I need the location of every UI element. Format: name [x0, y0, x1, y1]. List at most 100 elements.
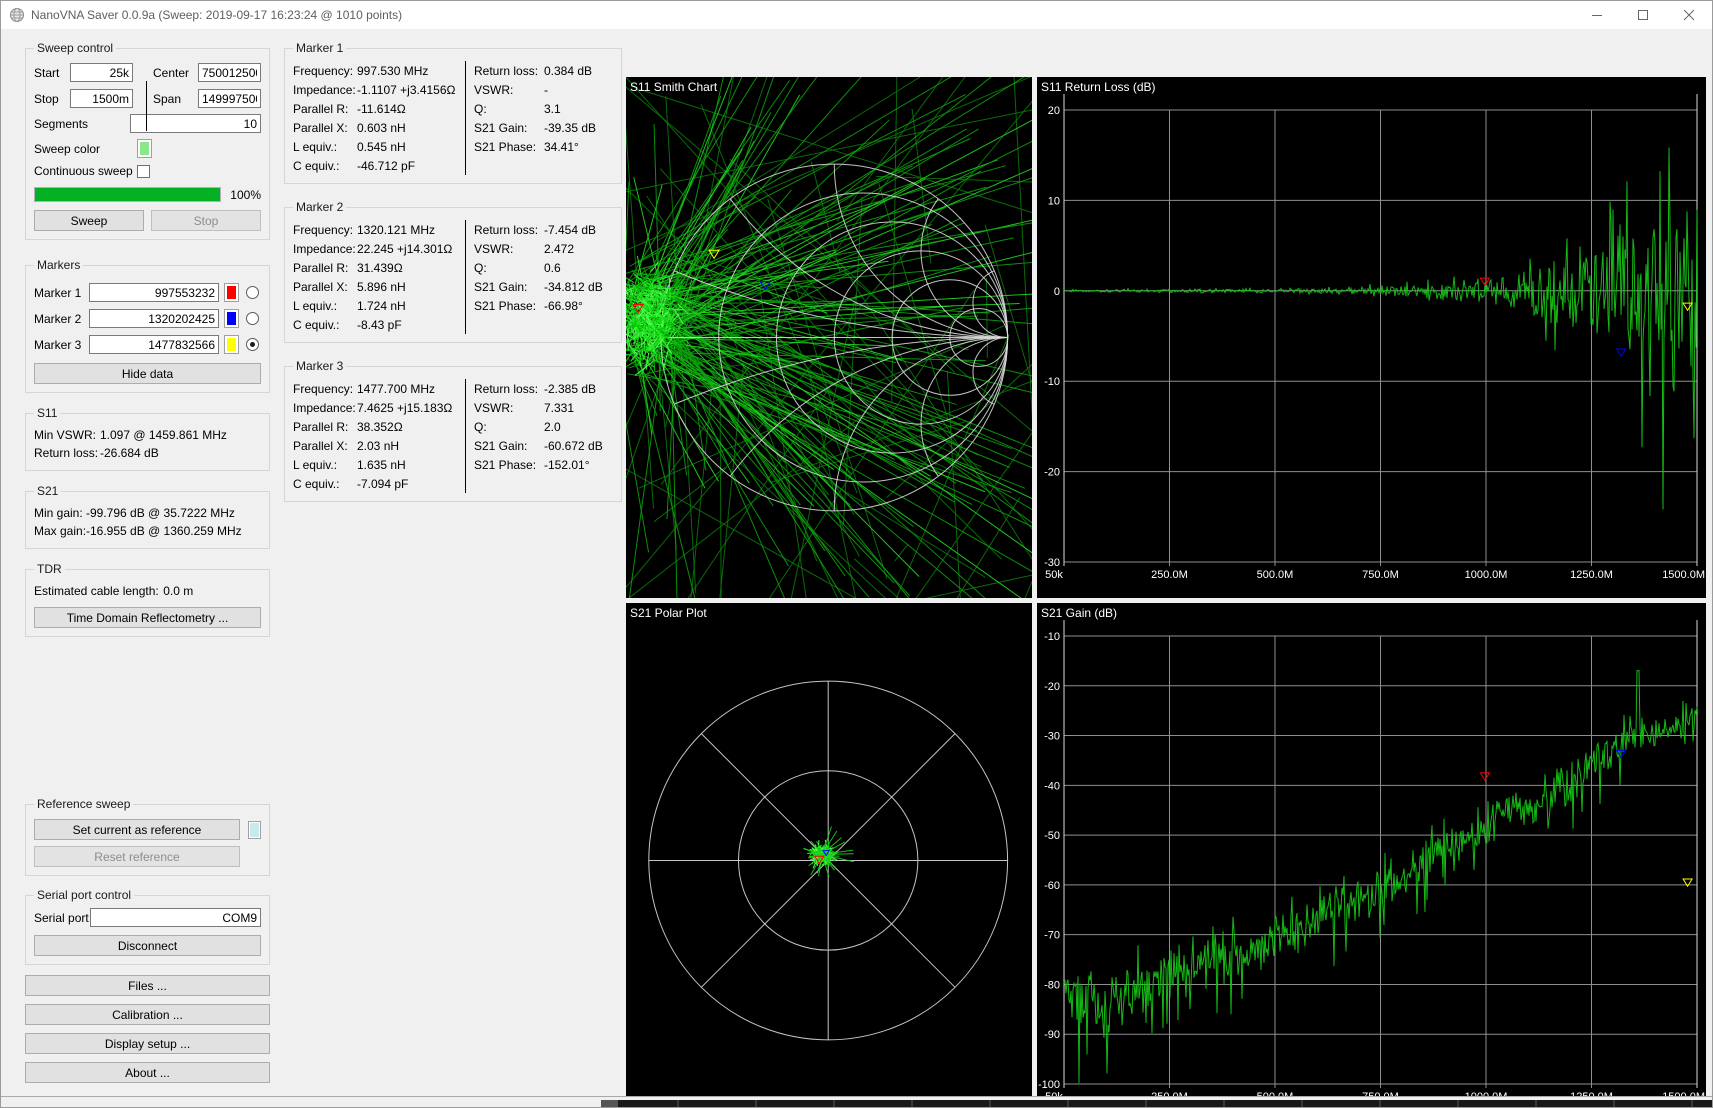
svg-text:-50: -50: [1044, 830, 1060, 842]
info-label: Parallel X:: [293, 121, 357, 135]
serial-port-input[interactable]: [90, 908, 261, 927]
s21-legend: S21: [34, 484, 61, 498]
info-label: Max gain:: [34, 524, 86, 538]
info-value: 38.352Ω: [357, 420, 461, 434]
marker-1-select-radio[interactable]: [246, 286, 259, 299]
info-row: Impedance:7.4625 +j15.183Ω: [293, 398, 461, 417]
s11-return-loss-chart[interactable]: S11 Return Loss (dB) 20100-10-20-3050k25…: [1037, 77, 1706, 598]
info-row: Parallel X:0.603 nH: [293, 118, 461, 137]
info-row: Frequency:997.530 MHz: [293, 61, 461, 80]
svg-text:50k: 50k: [1045, 569, 1063, 581]
svg-text:500.0M: 500.0M: [1257, 569, 1294, 581]
cable-length-label: Estimated cable length:: [34, 584, 159, 598]
start-input[interactable]: [70, 63, 133, 82]
marker-1-color-swatch[interactable]: [224, 283, 239, 302]
info-label: Return loss:: [474, 223, 544, 237]
stop-button[interactable]: Stop: [151, 210, 261, 231]
marker-2-color-swatch[interactable]: [224, 309, 239, 328]
taskbar-segment[interactable]: [601, 1100, 618, 1107]
marker-3-select-radio[interactable]: [246, 338, 259, 351]
info-value: 1477.700 MHz: [357, 382, 461, 396]
minimize-button[interactable]: [1574, 1, 1620, 29]
sweep-control-legend: Sweep control: [34, 41, 116, 55]
serial-port-group: Serial port control Serial port Disconne…: [25, 888, 270, 965]
reference-sweep-group: Reference sweep Set current as reference…: [25, 797, 270, 876]
marker-1-panel: Marker 1 Frequency:997.530 MHzImpedance:…: [284, 41, 622, 184]
svg-text:1250.0M: 1250.0M: [1570, 569, 1613, 581]
span-label: Span: [153, 92, 195, 106]
marker-3-color-swatch[interactable]: [224, 335, 239, 354]
svg-text:250.0M: 250.0M: [1151, 569, 1188, 581]
info-row: Parallel R:38.352Ω: [293, 417, 461, 436]
sweep-color-swatch[interactable]: [137, 139, 152, 158]
marker-2-panel: Marker 2 Frequency:1320.121 MHzImpedance…: [284, 200, 622, 343]
close-button[interactable]: [1666, 1, 1712, 29]
info-value: -8.43 pF: [357, 318, 461, 332]
chart-marker-triangle: [1480, 773, 1489, 780]
set-reference-button[interactable]: Set current as reference: [34, 819, 240, 840]
reference-color-swatch[interactable]: [248, 821, 261, 839]
hide-data-button[interactable]: Hide data: [34, 363, 261, 384]
info-label: Min VSWR:: [34, 428, 100, 442]
marker-label: Marker 1: [34, 286, 84, 300]
tdr-legend: TDR: [34, 562, 65, 576]
info-row: Parallel R:31.439Ω: [293, 258, 461, 277]
info-row: Impedance:22.245 +j14.301Ω: [293, 239, 461, 258]
marker-row: Marker 2: [34, 309, 261, 328]
stop-input[interactable]: [70, 89, 133, 108]
info-value: -11.614Ω: [357, 102, 461, 116]
center-input[interactable]: [198, 63, 261, 82]
marker-3-frequency-input[interactable]: [89, 335, 219, 354]
calibration-button[interactable]: Calibration ...: [25, 1004, 270, 1025]
span-input[interactable]: [198, 89, 261, 108]
info-value: 1320.121 MHz: [357, 223, 461, 237]
info-label: Frequency:: [293, 382, 357, 396]
info-value: 2.0: [544, 420, 613, 434]
tdr-button[interactable]: Time Domain Reflectometry ...: [34, 607, 261, 628]
about-button[interactable]: About ...: [25, 1062, 270, 1083]
info-label: C equiv.:: [293, 159, 357, 173]
displaysetup-button[interactable]: Display setup ...: [25, 1033, 270, 1054]
cable-length-value: 0.0 m: [163, 584, 193, 598]
info-row: S21 Phase:34.41°: [474, 137, 613, 156]
info-value: -39.35 dB: [544, 121, 613, 135]
marker-2-select-radio[interactable]: [246, 312, 259, 325]
info-value: -7.094 pF: [357, 477, 461, 491]
info-value: 997.530 MHz: [357, 64, 461, 78]
segments-input[interactable]: [130, 114, 261, 133]
marker-1-frequency-input[interactable]: [89, 283, 219, 302]
info-row: Parallel X:5.896 nH: [293, 277, 461, 296]
info-row: Frequency:1477.700 MHz: [293, 379, 461, 398]
app-icon: [9, 7, 25, 23]
info-label: Parallel R:: [293, 420, 357, 434]
info-label: Parallel R:: [293, 261, 357, 275]
info-label: Impedance:: [293, 83, 357, 97]
continuous-sweep-checkbox[interactable]: [137, 165, 150, 178]
sweep-button[interactable]: Sweep: [34, 210, 144, 231]
client-area: Sweep control Start Center Stop Span Seg…: [1, 29, 1712, 1107]
info-row: Q:2.0: [474, 417, 613, 436]
svg-text:0: 0: [1054, 286, 1060, 298]
info-value: -66.98°: [544, 299, 613, 313]
disconnect-button[interactable]: Disconnect: [34, 935, 261, 956]
files-button[interactable]: Files ...: [25, 975, 270, 996]
marker-2-frequency-input[interactable]: [89, 309, 219, 328]
marker-3-left-column: Frequency:1477.700 MHzImpedance:7.4625 +…: [293, 379, 465, 493]
info-row: Q:0.6: [474, 258, 613, 277]
svg-text:750.0M: 750.0M: [1362, 569, 1399, 581]
taskbar-windows[interactable]: [601, 1100, 1712, 1107]
info-row: S21 Phase:-152.01°: [474, 455, 613, 474]
s21-polar-plot[interactable]: S21 Polar Plot: [626, 603, 1032, 1108]
info-value: 7.4625 +j15.183Ω: [357, 401, 461, 415]
reset-reference-button[interactable]: Reset reference: [34, 846, 240, 867]
info-label: Q:: [474, 420, 544, 434]
taskbar-strip[interactable]: [1, 1096, 1712, 1107]
s11-smith-chart[interactable]: S11 Smith Chart: [626, 77, 1032, 598]
info-row: Parallel R:-11.614Ω: [293, 99, 461, 118]
maximize-button[interactable]: [1620, 1, 1666, 29]
s21-gain-chart[interactable]: S21 Gain (dB) -10-20-30-40-50-60-70-80-9…: [1037, 603, 1706, 1108]
svg-text:-30: -30: [1044, 731, 1060, 743]
info-row: VSWR:7.331: [474, 398, 613, 417]
s11-group: S11 Min VSWR:1.097 @ 1459.861 MHzReturn …: [25, 406, 270, 471]
info-label: Parallel R:: [293, 102, 357, 116]
